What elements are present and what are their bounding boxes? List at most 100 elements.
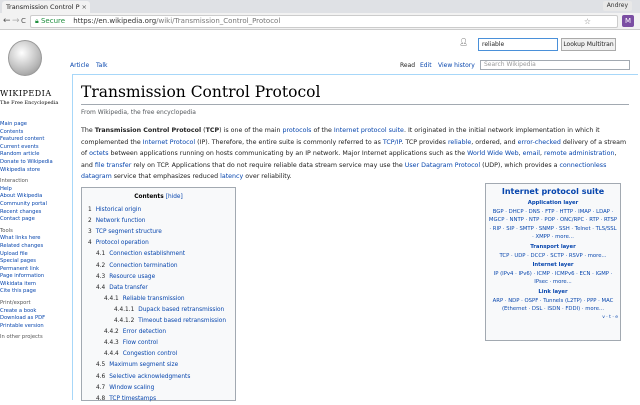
toc-item[interactable]: 4.6 Selective acknowledgments bbox=[88, 372, 229, 383]
toc-item[interactable]: 4.8 TCP timestamps bbox=[88, 394, 229, 405]
link-error-checked[interactable]: error-checked bbox=[518, 139, 561, 146]
toc-item[interactable]: 4.5 Maximum segment size bbox=[88, 360, 229, 371]
toc-item[interactable]: 2 Network function bbox=[88, 216, 229, 227]
sidebar-item-wikidata[interactable]: Wikidata item bbox=[0, 281, 53, 289]
link-email[interactable]: email bbox=[523, 150, 540, 157]
sidebar-item-main-page[interactable]: Main page bbox=[0, 121, 53, 129]
toc-item[interactable]: 1 Historical origin bbox=[88, 205, 229, 216]
link-www[interactable]: World Wide Web bbox=[467, 150, 519, 157]
toc-item-number: 4.3 bbox=[96, 273, 106, 280]
sidebar-item-printable[interactable]: Printable version bbox=[0, 323, 53, 331]
bookmark-star-icon[interactable]: ☆ bbox=[584, 16, 591, 27]
profile-button[interactable]: Andrey bbox=[602, 1, 632, 11]
link-file-transfer[interactable]: file transfer bbox=[95, 162, 131, 169]
table-of-contents: Contents [hide] 1 Historical origin 2 Netwo… bbox=[81, 187, 236, 402]
infobox-transport-layer-list[interactable]: TCP · UDP · DCCP · SCTP · RSVP · more... bbox=[488, 252, 618, 261]
tab-close-icon[interactable]: × bbox=[82, 1, 87, 13]
toc-item[interactable]: 4.2 Connection termination bbox=[88, 261, 229, 272]
link-udp[interactable]: User Datagram Protocol bbox=[405, 162, 480, 169]
link-internet-protocol-suite[interactable]: Internet protocol suite bbox=[334, 127, 404, 134]
link-remote-admin[interactable]: remote administration bbox=[544, 150, 614, 157]
link-protocols[interactable]: protocols bbox=[282, 127, 311, 134]
sidebar-item-donate[interactable]: Donate to Wikipedia bbox=[0, 159, 53, 167]
tab-read[interactable]: Read bbox=[400, 61, 415, 71]
wiki-sidebar: WIKIPEDIA The Free Encyclopedia Main pag… bbox=[0, 30, 70, 400]
toc-item[interactable]: 4.4.1.2 Timeout based retransmission bbox=[88, 316, 229, 327]
infobox-vte-links[interactable]: v · t · e bbox=[488, 314, 618, 323]
toc-item[interactable]: 3 TCP segment structure bbox=[88, 227, 229, 238]
link-latency[interactable]: latency bbox=[220, 173, 243, 180]
toc-item-number: 4 bbox=[88, 240, 92, 247]
sidebar-item-contact[interactable]: Contact page bbox=[0, 216, 53, 224]
wikipedia-wordmark[interactable]: WIKIPEDIA bbox=[0, 90, 52, 98]
sidebar-item-permanent-link[interactable]: Permanent link bbox=[0, 266, 53, 274]
sidebar-item-featured[interactable]: Featured content bbox=[0, 136, 53, 144]
link-tcp-ip[interactable]: TCP/IP bbox=[383, 139, 401, 146]
toc-item[interactable]: 4.4.1 Reliable transmission bbox=[88, 294, 229, 305]
sidebar-item-store[interactable]: Wikipedia store bbox=[0, 167, 53, 175]
toc-item-label: Network function bbox=[95, 218, 146, 225]
sidebar-item-create-book[interactable]: Create a book bbox=[0, 308, 53, 316]
sidebar-item-recent-changes[interactable]: Recent changes bbox=[0, 209, 53, 217]
tab-article[interactable]: Article bbox=[70, 61, 89, 71]
back-icon[interactable]: ← bbox=[3, 15, 11, 27]
tab-strip: Transmission Control P × Andrey bbox=[0, 0, 640, 13]
sidebar-item-cite[interactable]: Cite this page bbox=[0, 288, 53, 296]
toc-item-number: 4.4.4 bbox=[104, 351, 119, 358]
sidebar-item-what-links[interactable]: What links here bbox=[0, 235, 53, 243]
toc-item[interactable]: 4.4.4 Congestion control bbox=[88, 349, 229, 360]
tab-edit[interactable]: Edit bbox=[420, 61, 432, 71]
infobox-app-layer-list[interactable]: BGP · DHCP · DNS · FTP · HTTP · IMAP · L… bbox=[488, 208, 618, 242]
toc-item-number: 4.7 bbox=[96, 384, 106, 391]
tab-talk[interactable]: Talk bbox=[96, 61, 108, 71]
wikipedia-globe-logo[interactable] bbox=[8, 40, 42, 76]
sidebar-item-special-pages[interactable]: Special pages bbox=[0, 258, 53, 266]
multitran-input[interactable]: reliable bbox=[478, 38, 558, 51]
link-reliable[interactable]: reliable bbox=[448, 139, 471, 146]
page-subtitle: From Wikipedia, the free encyclopedia bbox=[81, 109, 196, 116]
sidebar-item-about[interactable]: About Wikipedia bbox=[0, 193, 53, 201]
toc-item[interactable]: 4.4.3 Flow control bbox=[88, 338, 229, 349]
infobox-internet-layer-list[interactable]: IP (IPv4 · IPv6) · ICMP · ICMPv6 · ECN ·… bbox=[488, 270, 618, 287]
toc-item[interactable]: 4.4 Data transfer bbox=[88, 283, 229, 294]
sidebar-item-help[interactable]: Help bbox=[0, 186, 53, 194]
multitran-extension-icon[interactable]: M bbox=[622, 15, 634, 27]
infobox-transport-layer-heading[interactable]: Transport layer bbox=[488, 243, 618, 252]
sidebar-item-community[interactable]: Community portal bbox=[0, 201, 53, 209]
sidebar-item-related-changes[interactable]: Related changes bbox=[0, 243, 53, 251]
sidebar-item-page-info[interactable]: Page information bbox=[0, 273, 53, 281]
wiki-search-input[interactable]: Search Wikipedia bbox=[480, 60, 630, 70]
toc-item-number: 4.5 bbox=[96, 362, 106, 369]
infobox-link-layer-list[interactable]: ARP · NDP · OSPF · Tunnels (L2TP) · PPP … bbox=[488, 297, 618, 314]
reload-icon[interactable]: C bbox=[21, 15, 26, 27]
toc-item[interactable]: 4.4.2 Error detection bbox=[88, 327, 229, 338]
toc-item-label: Maximum segment size bbox=[109, 362, 179, 369]
link-connectionless[interactable]: connectionless bbox=[559, 162, 606, 169]
link-internet-protocol[interactable]: Internet Protocol bbox=[143, 139, 195, 146]
link-datagram[interactable]: datagram bbox=[81, 173, 112, 180]
infobox-internet-layer-heading[interactable]: Internet layer bbox=[488, 261, 618, 270]
sidebar-item-random[interactable]: Random article bbox=[0, 151, 53, 159]
toc-item-number: 4.4.1 bbox=[104, 295, 119, 302]
sidebar-item-contents[interactable]: Contents bbox=[0, 129, 53, 137]
sidebar-item-upload[interactable]: Upload file bbox=[0, 251, 53, 259]
sidebar-item-current-events[interactable]: Current events bbox=[0, 144, 53, 152]
multitran-lookup-button[interactable]: Lookup Multitran bbox=[561, 38, 616, 51]
browser-tab[interactable]: Transmission Control P × bbox=[2, 1, 90, 13]
toc-item[interactable]: 4.1 Connection establishment bbox=[88, 249, 229, 260]
infobox-title[interactable]: Internet protocol suite bbox=[488, 186, 618, 198]
toc-item[interactable]: 4.4.1.1 Dupack based retransmission bbox=[88, 305, 229, 316]
toc-item[interactable]: 4 Protocol operation bbox=[88, 238, 229, 249]
toc-hide-toggle[interactable]: [hide] bbox=[166, 194, 183, 200]
toc-item-number: 4.4 bbox=[96, 284, 106, 291]
toc-item[interactable]: 4.7 Window scaling bbox=[88, 383, 229, 394]
sidebar-item-download-pdf[interactable]: Download as PDF bbox=[0, 315, 53, 323]
infobox-app-layer-heading[interactable]: Application layer bbox=[488, 199, 618, 208]
link-octets[interactable]: octets bbox=[89, 150, 108, 157]
tab-view-history[interactable]: View history bbox=[438, 61, 475, 71]
infobox-link-layer-heading[interactable]: Link layer bbox=[488, 288, 618, 297]
user-icon[interactable]: 👤︎ bbox=[459, 38, 468, 46]
toc-item[interactable]: 4.3 Resource usage bbox=[88, 272, 229, 283]
forward-icon[interactable]: → bbox=[12, 15, 20, 27]
address-bar[interactable]: 🔒︎ Secure https://en.wikipedia.org/wiki/… bbox=[30, 15, 618, 28]
